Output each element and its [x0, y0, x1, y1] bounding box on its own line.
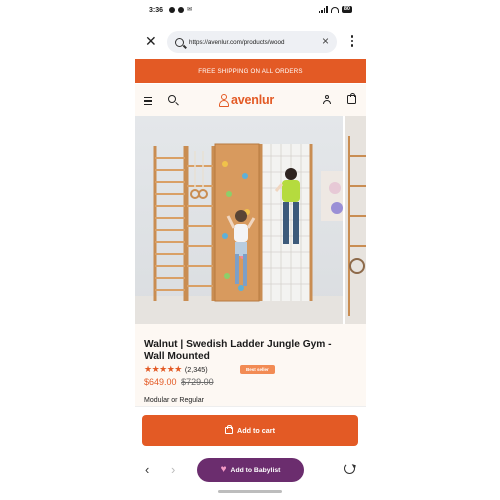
user-icon[interactable] — [323, 95, 331, 105]
wifi-icon — [330, 6, 339, 13]
more-options-icon[interactable] — [350, 35, 353, 47]
variant-label: Modular or Regular — [144, 397, 204, 404]
browser-toolbar: ✕ https://avenlur.com/products/wood × — [135, 28, 366, 56]
product-image[interactable] — [135, 116, 343, 324]
notification-icon — [169, 7, 175, 13]
reload-icon[interactable] — [344, 463, 355, 474]
search-icon — [175, 37, 184, 47]
notification-icons: ✉ — [169, 7, 192, 13]
chevron-right-icon[interactable]: › — [171, 463, 175, 476]
close-icon[interactable]: ✕ — [145, 34, 157, 48]
chevron-left-icon[interactable]: ‹ — [145, 463, 149, 476]
address-bar[interactable]: https://avenlur.com/products/wood × — [167, 31, 337, 53]
site-header: avenlur — [135, 84, 366, 116]
system-icons: 80 — [318, 6, 352, 13]
add-to-cart-button[interactable]: Add to cart — [142, 415, 358, 446]
phone-screen: 3:36 ✉ 80 ✕ https://avenlur.com/products… — [135, 0, 366, 500]
notification-icon — [178, 7, 184, 13]
cart-icon — [225, 425, 234, 434]
bag-icon[interactable] — [347, 92, 356, 104]
hamburger-icon[interactable] — [144, 97, 152, 107]
home-indicator[interactable] — [218, 490, 282, 493]
babylist-label: Add to Babylist — [230, 466, 281, 474]
sale-price: $649.00 — [144, 377, 177, 387]
add-to-babylist-button[interactable]: ♥ Add to Babylist — [197, 458, 304, 482]
best-seller-badge: Best seller — [240, 365, 275, 374]
rating-row[interactable]: ★★★★★ (2,345) — [144, 364, 208, 375]
mail-icon: ✉ — [187, 7, 193, 13]
add-to-cart-label: Add to cart — [237, 426, 275, 435]
site-logo[interactable]: avenlur — [219, 93, 274, 107]
logo-text: avenlur — [231, 93, 275, 107]
compare-price: $729.00 — [181, 377, 214, 387]
url-text[interactable]: https://avenlur.com/products/wood — [189, 39, 307, 46]
next-product-image[interactable] — [345, 116, 366, 324]
review-count[interactable]: (2,345) — [185, 365, 208, 374]
battery-icon: 80 — [341, 6, 352, 13]
heart-icon: ♥ — [220, 464, 227, 475]
shipping-banner[interactable]: FREE SHIPPING ON ALL ORDERS — [135, 59, 366, 83]
sticky-cart-bar: Add to cart — [135, 406, 366, 456]
star-rating-icon: ★★★★★ — [144, 364, 182, 374]
clear-url-icon[interactable]: × — [322, 34, 329, 48]
product-title: Walnut | Swedish Ladder Jungle Gym - Wal… — [144, 339, 332, 362]
product-info: Walnut | Swedish Ladder Jungle Gym - Wal… — [135, 324, 366, 406]
price-row: $649.00 $729.00 — [144, 377, 214, 387]
status-bar: 3:36 ✉ 80 — [135, 0, 366, 22]
browser-bottom-bar: ‹ › ♥ Add to Babylist — [135, 456, 366, 486]
search-icon[interactable] — [168, 95, 176, 103]
logo-icon — [219, 93, 229, 107]
status-time: 3:36 — [149, 7, 164, 14]
signal-icon — [318, 6, 328, 13]
